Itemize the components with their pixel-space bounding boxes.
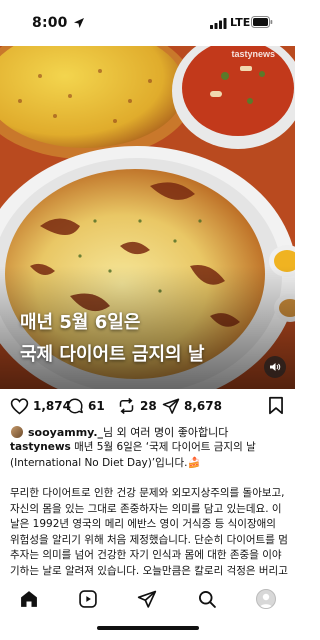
share-button[interactable]: 8,678 <box>162 396 222 416</box>
heart-icon <box>10 398 29 415</box>
search-icon <box>199 591 216 608</box>
person-silhouette-icon <box>259 593 273 608</box>
watermark: tastynews <box>231 49 275 59</box>
comment-count: 61 <box>88 399 105 413</box>
nav-reels[interactable] <box>77 588 99 610</box>
nav-home[interactable] <box>18 588 40 610</box>
liked-by-user[interactable]: sooyammy._ <box>28 426 103 439</box>
signal-icon <box>210 18 227 29</box>
overlay-text-line1: 매년 5월 6일은 <box>20 312 141 333</box>
nav-messages[interactable] <box>136 588 158 610</box>
location-arrow-icon <box>74 18 84 28</box>
nav-profile[interactable] <box>255 588 277 610</box>
reels-icon <box>79 590 97 608</box>
bookmark-icon <box>269 396 283 415</box>
nav-search[interactable] <box>196 588 218 610</box>
liker-avatar <box>10 425 24 439</box>
share-count: 8,678 <box>184 399 222 413</box>
home-indicator[interactable] <box>97 626 199 630</box>
profile-avatar <box>256 589 276 609</box>
paper-plane-icon <box>137 590 157 608</box>
bottom-nav <box>0 580 295 640</box>
post-actions: 1,874 61 28 8,678 <box>0 393 295 419</box>
speaker-icon <box>270 363 281 371</box>
liked-by[interactable]: sooyammy._ 님 외 여러 명이 좋아합니다 <box>10 424 228 440</box>
caption-head: tastynews 매년 5월 6일은 ‘국제 다이어트 금지의 날(Inter… <box>10 440 288 471</box>
comment-icon <box>67 398 83 414</box>
status-time: 8:00 <box>32 15 68 31</box>
overlay-text-line2: 국제 다이어트 금지의 날 <box>20 344 205 365</box>
status-bar: 8:00 LTE <box>0 0 295 46</box>
save-button[interactable] <box>268 396 284 419</box>
send-icon <box>162 398 180 414</box>
like-button[interactable]: 1,874 <box>10 396 71 416</box>
post-image[interactable]: tastynews 매년 5월 6일은 국제 다이어트 금지의 날 <box>0 46 295 389</box>
repost-icon <box>119 397 134 415</box>
caption-author[interactable]: tastynews <box>10 441 71 453</box>
network-label: LTE <box>230 16 251 29</box>
battery-icon <box>251 16 273 28</box>
liked-by-text: 님 외 여러 명이 좋아합니다 <box>103 426 229 439</box>
caption-body: 무리한 다이어트로 인한 건강 문제와 외모지상주의를 돌아보고, 자신의 몸을… <box>10 487 288 582</box>
home-icon <box>21 591 37 607</box>
mute-button[interactable] <box>264 356 286 378</box>
comment-button[interactable]: 61 <box>66 396 105 416</box>
repost-button[interactable]: 28 <box>117 396 157 416</box>
food-photo <box>0 46 295 389</box>
repost-count: 28 <box>140 399 157 413</box>
